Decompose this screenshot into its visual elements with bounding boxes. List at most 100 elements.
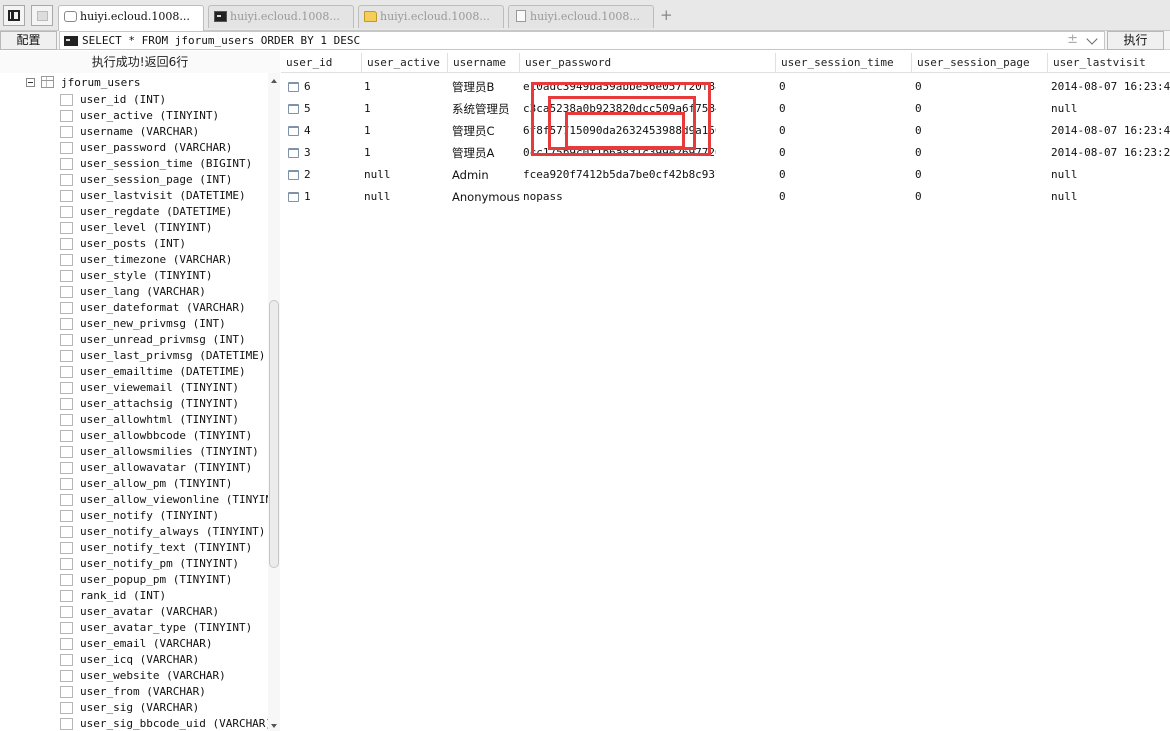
column-label: user_style (TINYINT) <box>80 269 213 282</box>
tree-scrollbar[interactable] <box>268 73 280 731</box>
tree-column-item[interactable]: user_timezone (VARCHAR) <box>60 252 268 268</box>
table-icon <box>41 76 54 88</box>
tree-column-item[interactable]: user_notify_pm (TINYINT) <box>60 556 268 572</box>
command-bar: 配置 SELECT * FROM jforum_users ORDER BY 1… <box>0 31 1170 50</box>
table-name: jforum_users <box>61 76 141 89</box>
column-label: user_icq (VARCHAR) <box>80 653 200 666</box>
tab-1[interactable]: huiyi.ecloud.1008... <box>58 5 204 31</box>
tree-column-item[interactable]: user_posts (INT) <box>60 236 268 252</box>
tree-column-item[interactable]: user_lastvisit (DATETIME) <box>60 188 268 204</box>
cell-user-session-page: 0 <box>915 168 922 181</box>
tree-column-item[interactable]: user_allowbbcode (TINYINT) <box>60 428 268 444</box>
tree-column-item[interactable]: user_last_privmsg (DATETIME) <box>60 348 268 364</box>
table-row[interactable]: 4 1 管理员C 6f8f57715090da2632453988d9a1501b 0 0… <box>281 120 1170 142</box>
config-button[interactable]: 配置 <box>0 31 57 50</box>
cell-user-id: 4 <box>304 124 311 137</box>
cell-username: 管理员C <box>452 124 495 138</box>
row-select-icon[interactable] <box>288 192 299 202</box>
tree-column-item[interactable]: user_notify (TINYINT) <box>60 508 268 524</box>
row-select-icon[interactable] <box>288 126 299 136</box>
tree-column-item[interactable]: user_allowsmilies (TINYINT) <box>60 444 268 460</box>
column-header-user-session-page[interactable]: user_session_page <box>911 53 1047 73</box>
tree-column-item[interactable]: user_icq (VARCHAR) <box>60 652 268 668</box>
tree-column-item[interactable]: user_avatar_type (TINYINT) <box>60 620 268 636</box>
tab-2[interactable]: huiyi.ecloud.1008... <box>208 5 354 28</box>
tree-column-item[interactable]: user_from (VARCHAR) <box>60 684 268 700</box>
table-row[interactable]: 1 null Anonymous nopass 0 0 null <box>281 186 1170 208</box>
tree-column-item[interactable]: user_allowhtml (TINYINT) <box>60 412 268 428</box>
tree-column-item[interactable]: user_website (VARCHAR) <box>60 668 268 684</box>
sql-input[interactable]: SELECT * FROM jforum_users ORDER BY 1 DE… <box>59 31 1105 50</box>
column-header-user-lastvisit[interactable]: user_lastvisit <box>1047 53 1170 73</box>
tree-column-item[interactable]: user_attachsig (TINYINT) <box>60 396 268 412</box>
row-select-icon[interactable] <box>288 148 299 158</box>
column-label: user_website (VARCHAR) <box>80 669 226 682</box>
cell-user-active: null <box>364 168 391 181</box>
session-manager-button[interactable] <box>31 5 53 26</box>
tree-column-item[interactable]: user_email (VARCHAR) <box>60 636 268 652</box>
add-tab-button[interactable]: + <box>660 8 673 23</box>
tree-column-item[interactable]: user_active (TINYINT) <box>60 108 268 124</box>
tree-column-item[interactable]: user_session_page (INT) <box>60 172 268 188</box>
tree-column-item[interactable]: user_regdate (DATETIME) <box>60 204 268 220</box>
column-header-user-session-time[interactable]: user_session_time <box>775 53 911 73</box>
table-row[interactable]: 2 null Admin fcea920f7412b5da7be0cf42b8c937… <box>281 164 1170 186</box>
scroll-down-icon[interactable] <box>271 724 277 728</box>
tree-node-table[interactable]: jforum_users <box>26 75 266 91</box>
tree-column-item[interactable]: user_style (TINYINT) <box>60 268 268 284</box>
tree-column-item[interactable]: user_allow_viewonline (TINYINT) <box>60 492 268 508</box>
tab-3[interactable]: huiyi.ecloud.1008... <box>358 5 504 28</box>
table-row[interactable]: 3 1 管理员A 0cc175b9c0f1b6a831c399e269772661 0 0… <box>281 142 1170 164</box>
table-row[interactable]: 6 1 管理员B e10adc3949ba59abbe56e057f20f883e 0 0… <box>281 76 1170 98</box>
column-header-user-active[interactable]: user_active <box>361 53 447 73</box>
chevron-down-icon[interactable] <box>1086 33 1098 45</box>
tree-column-item[interactable]: user_session_time (BIGINT) <box>60 156 268 172</box>
tree-column-item[interactable]: user_unread_privmsg (INT) <box>60 332 268 348</box>
tab-label: huiyi.ecloud.1008... <box>80 10 190 23</box>
column-header-user-password[interactable]: user_password <box>519 53 775 73</box>
scrollbar-thumb[interactable] <box>269 300 279 568</box>
tab-4[interactable]: huiyi.ecloud.1008... <box>508 5 654 28</box>
column-icon <box>60 302 73 314</box>
sidebar-toggle-button[interactable] <box>3 5 25 26</box>
tree-column-item[interactable]: user_allow_pm (TINYINT) <box>60 476 268 492</box>
tree-column-item[interactable]: user_level (TINYINT) <box>60 220 268 236</box>
row-select-icon[interactable] <box>288 104 299 114</box>
column-label: user_attachsig (TINYINT) <box>80 397 239 410</box>
cell-user-active: 1 <box>364 146 371 159</box>
tree-column-item[interactable]: user_new_privmsg (INT) <box>60 316 268 332</box>
clear-icon[interactable]: ± <box>1067 32 1078 48</box>
tree-column-item[interactable]: user_sig_bbcode_uid (VARCHAR) <box>60 716 268 731</box>
tree-column-item[interactable]: user_sig (VARCHAR) <box>60 700 268 716</box>
execute-button[interactable]: 执行 <box>1107 31 1164 50</box>
tree-column-item[interactable]: username (VARCHAR) <box>60 124 268 140</box>
tree-column-item[interactable]: rank_id (INT) <box>60 588 268 604</box>
tree-column-item[interactable]: user_emailtime (DATETIME) <box>60 364 268 380</box>
scroll-up-icon[interactable] <box>271 79 277 83</box>
tree-column-item[interactable]: user_notify_text (TINYINT) <box>60 540 268 556</box>
collapse-icon[interactable] <box>26 78 35 87</box>
column-label: user_id (INT) <box>80 93 167 106</box>
tree-column-item[interactable]: user_id (INT) <box>60 92 268 108</box>
row-select-icon[interactable] <box>288 170 299 180</box>
cell-user-session-page: 0 <box>915 102 922 115</box>
tree-column-item[interactable]: user_viewemail (TINYINT) <box>60 380 268 396</box>
column-header-user-id[interactable]: user_id <box>281 53 361 73</box>
column-icon <box>60 510 73 522</box>
cell-user-session-time: 0 <box>779 124 786 137</box>
tree-column-item[interactable]: user_allowavatar (TINYINT) <box>60 460 268 476</box>
table-row[interactable]: 5 1 系统管理员 c3ca5238a0b923820dcc509a6f75849b 0… <box>281 98 1170 120</box>
tree-column-item[interactable]: user_password (VARCHAR) <box>60 140 268 156</box>
column-header-username[interactable]: username <box>447 53 519 73</box>
tree-column-item[interactable]: user_lang (VARCHAR) <box>60 284 268 300</box>
tree-column-item[interactable]: user_notify_always (TINYINT) <box>60 524 268 540</box>
column-icon <box>60 654 73 666</box>
column-icon <box>60 190 73 202</box>
column-label: user_unread_privmsg (INT) <box>80 333 246 346</box>
tree-column-item[interactable]: user_avatar (VARCHAR) <box>60 604 268 620</box>
column-label: user_allowbbcode (TINYINT) <box>80 429 253 442</box>
row-select-icon[interactable] <box>288 82 299 92</box>
tree-column-item[interactable]: user_dateformat (VARCHAR) <box>60 300 268 316</box>
tree-column-item[interactable]: user_popup_pm (TINYINT) <box>60 572 268 588</box>
cell-user-id: 5 <box>304 102 311 115</box>
